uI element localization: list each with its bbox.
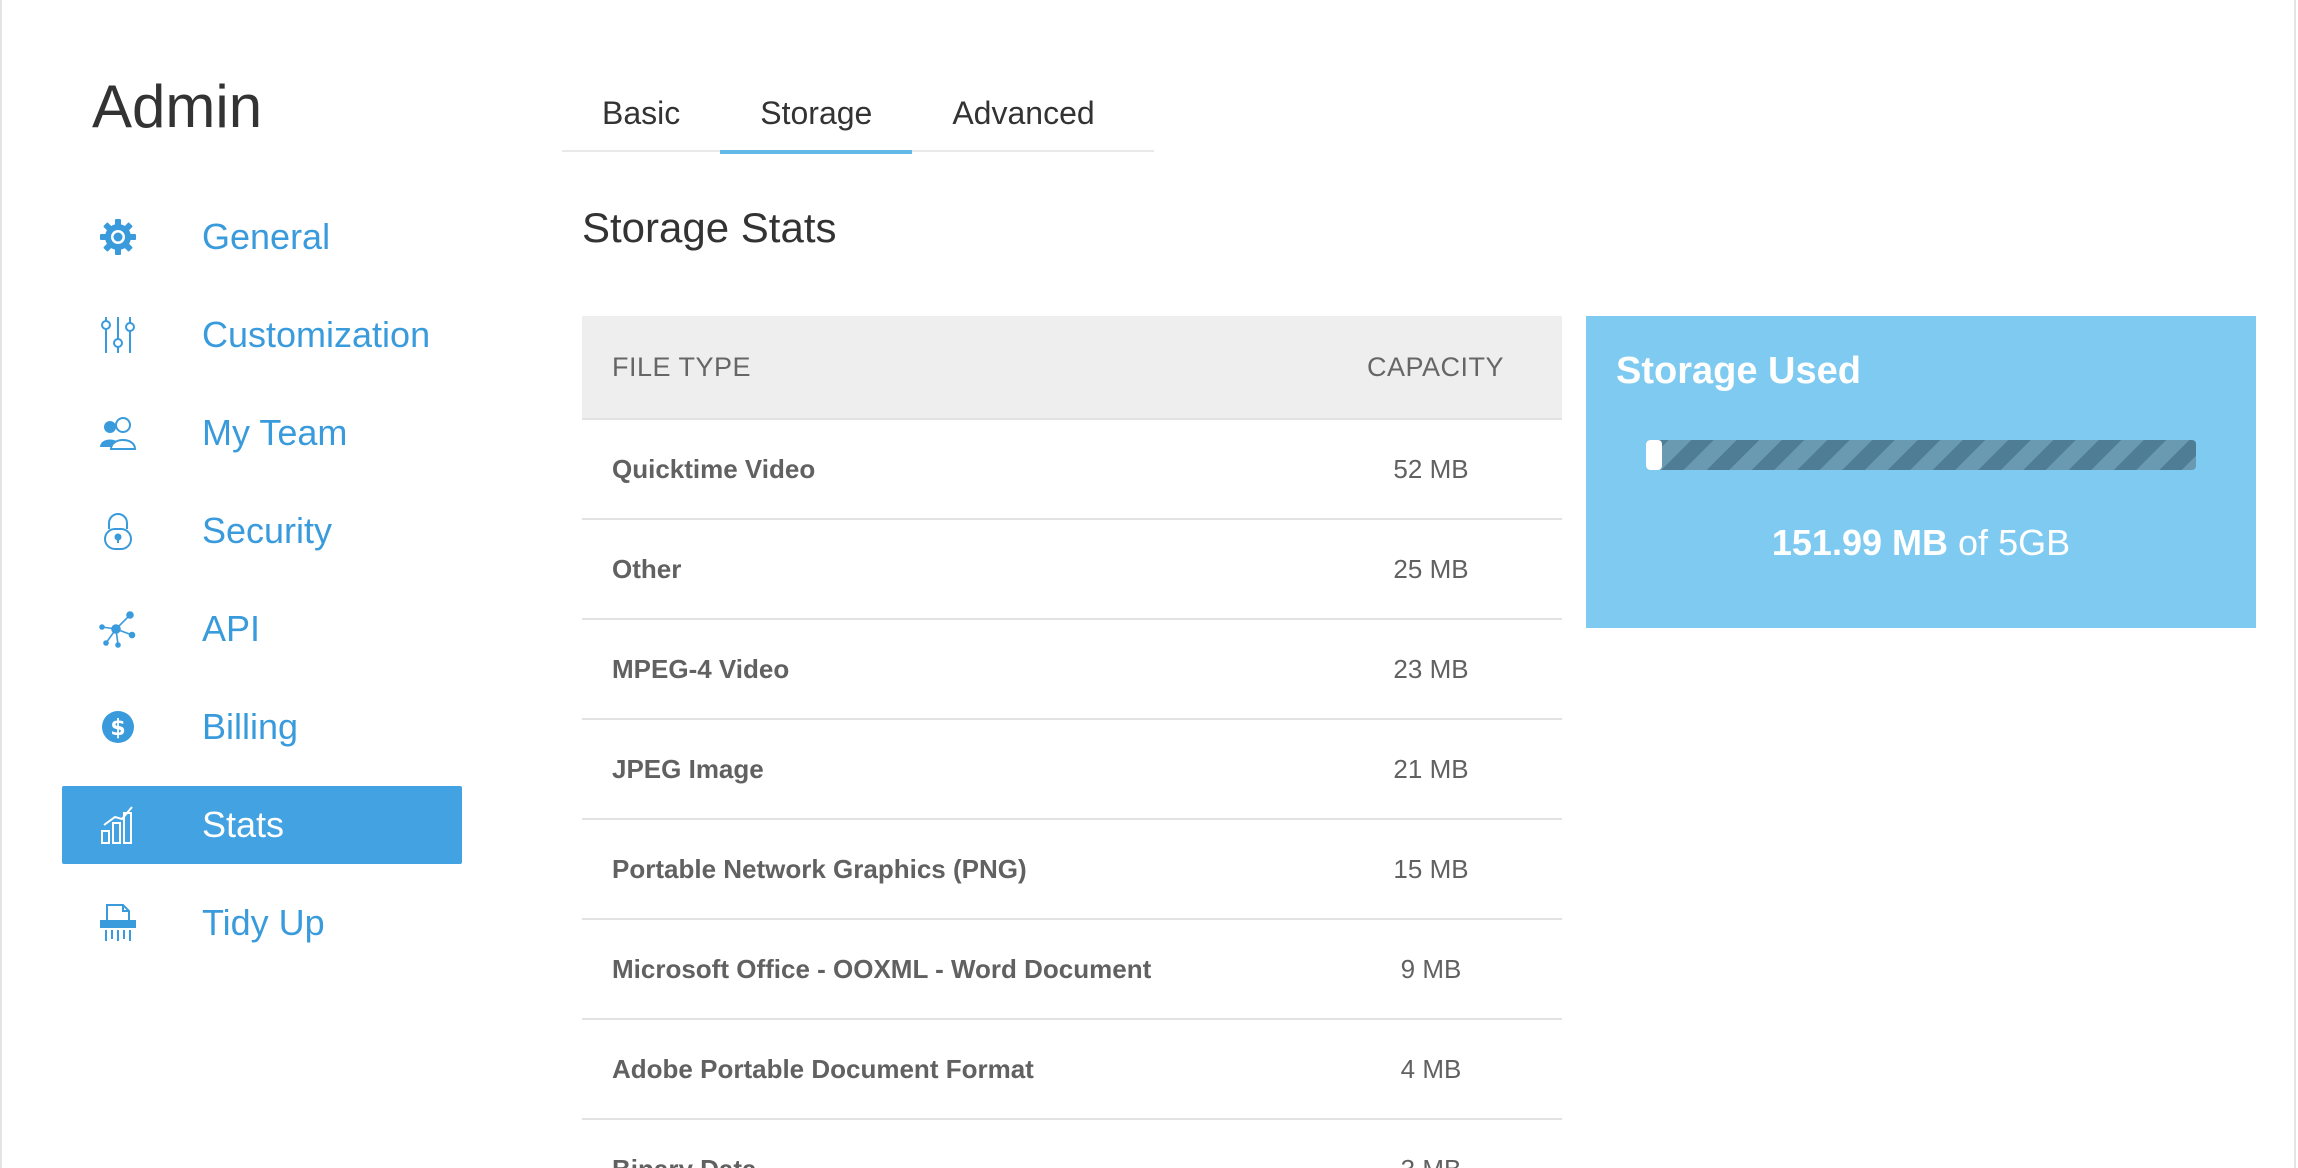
sidebar-item-api[interactable]: API <box>62 590 462 668</box>
table-row: Other 25 MB <box>582 520 1562 620</box>
network-icon <box>98 609 138 649</box>
capacity-cell: 9 MB <box>1400 953 1462 984</box>
sidebar-item-general[interactable]: General <box>62 198 462 276</box>
sidebar-item-security[interactable]: Security <box>62 492 462 570</box>
table-row: Microsoft Office - OOXML - Word Document… <box>582 920 1562 1020</box>
storage-progress-fill <box>1646 440 1663 470</box>
storage-usage-text: 151.99 MB of 5GB <box>1586 522 2256 564</box>
capacity-cell: 15 MB <box>1393 853 1469 884</box>
lock-icon <box>98 511 138 551</box>
storage-used-value: 151.99 MB <box>1771 522 1948 563</box>
sidebar-item-label: My Team <box>202 412 348 453</box>
storage-total-value: 5GB <box>1998 522 2071 563</box>
left-border <box>0 0 2 1168</box>
table-row: Binary Data 3 MB <box>582 1120 1562 1168</box>
capacity-cell: 4 MB <box>1400 1053 1462 1084</box>
tab-basic[interactable]: Basic <box>562 80 720 152</box>
sidebar-item-label: API <box>202 608 261 649</box>
sidebar-item-label: Billing <box>202 706 299 747</box>
stats-icon <box>98 805 138 845</box>
storage-table: FILE TYPE CAPACITY Quicktime Video 52 MB… <box>582 316 1562 1168</box>
file-type-cell: Other <box>612 553 682 584</box>
capacity-cell: 21 MB <box>1393 753 1469 784</box>
page-title: Storage Stats <box>582 204 837 251</box>
right-border <box>2294 0 2296 1168</box>
sidebar-item-billing[interactable]: $ Billing <box>62 688 462 766</box>
storage-progress-bar <box>1646 440 2196 470</box>
sidebar-item-tidy-up[interactable]: Tidy Up <box>62 884 462 962</box>
team-icon <box>98 413 138 453</box>
file-type-cell: MPEG-4 Video <box>612 653 790 684</box>
sidebar-item-stats[interactable]: Stats <box>62 786 462 864</box>
table-header: FILE TYPE CAPACITY <box>582 316 1562 420</box>
shredder-icon <box>98 903 138 943</box>
admin-title: Admin <box>92 73 263 140</box>
dollar-icon: $ <box>98 707 138 747</box>
sidebar-item-label: Security <box>202 510 333 551</box>
file-type-cell: Portable Network Graphics (PNG) <box>612 853 1027 884</box>
table-row: Quicktime Video 52 MB <box>582 420 1562 520</box>
file-type-cell: JPEG Image <box>612 753 764 784</box>
sidebar-item-label: Stats <box>202 804 285 845</box>
tab-advanced[interactable]: Advanced <box>912 80 1134 152</box>
sidebar-item-label: Tidy Up <box>202 902 325 943</box>
admin-page: Admin General Customization My Team Secu… <box>0 0 2298 1168</box>
tab-bar: Basic Storage Advanced <box>562 80 1154 154</box>
file-type-cell: Binary Data <box>612 1154 757 1168</box>
sidebar-item-my-team[interactable]: My Team <box>62 394 462 472</box>
storage-used-card: Storage Used 151.99 MB of 5GB <box>1586 316 2256 628</box>
table-row: Adobe Portable Document Format 4 MB <box>582 1020 1562 1120</box>
tab-storage[interactable]: Storage <box>720 80 913 154</box>
gear-icon <box>98 217 138 257</box>
sidebar-item-label: Customization <box>202 314 431 355</box>
sidebar-item-label: General <box>202 216 331 257</box>
table-row: Portable Network Graphics (PNG) 15 MB <box>582 820 1562 920</box>
table-row: JPEG Image 21 MB <box>582 720 1562 820</box>
sidebar-item-customization[interactable]: Customization <box>62 296 462 374</box>
capacity-cell: 3 MB <box>1386 1154 1476 1168</box>
column-header-file-type: FILE TYPE <box>612 351 752 382</box>
file-type-cell: Adobe Portable Document Format <box>612 1053 1034 1084</box>
file-type-cell: Microsoft Office - OOXML - Word Document <box>612 953 1152 984</box>
column-header-capacity: CAPACITY <box>1366 351 1504 382</box>
file-type-cell: Quicktime Video <box>612 453 816 484</box>
svg-text:$: $ <box>110 716 125 741</box>
capacity-cell: 52 MB <box>1393 453 1469 484</box>
capacity-cell: 25 MB <box>1393 553 1469 584</box>
storage-separator: of <box>1958 522 1989 563</box>
storage-used-title: Storage Used <box>1616 350 1861 392</box>
sliders-icon <box>98 315 138 355</box>
capacity-cell: 23 MB <box>1393 653 1469 684</box>
table-row: MPEG-4 Video 23 MB <box>582 620 1562 720</box>
sidebar-nav: General Customization My Team Security A… <box>62 198 462 982</box>
